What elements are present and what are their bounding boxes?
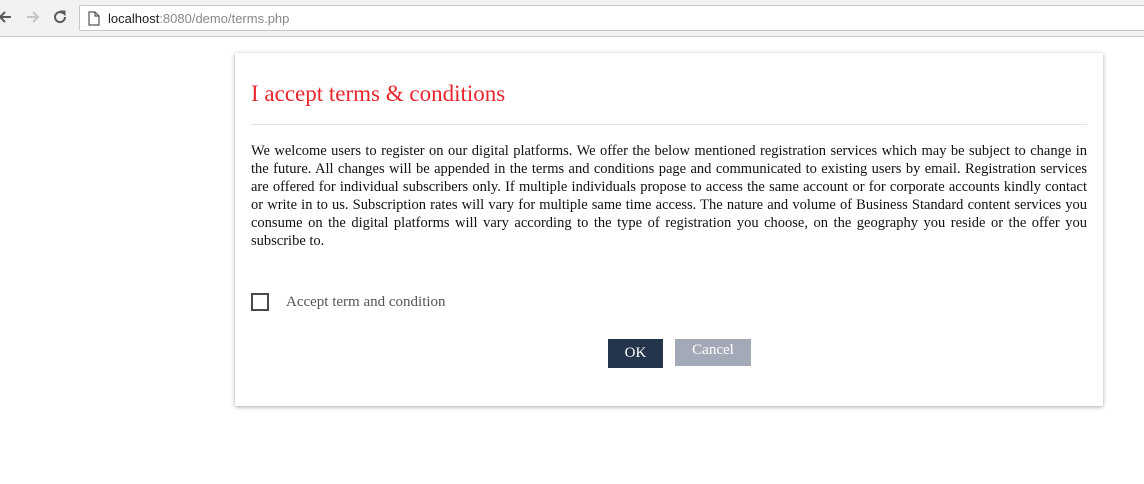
accept-label[interactable]: Accept term and condition: [286, 294, 446, 311]
accept-checkbox[interactable]: [251, 293, 269, 311]
browser-toolbar: localhost:8080/demo/terms.php: [0, 0, 1144, 37]
reload-button[interactable]: [49, 6, 71, 28]
arrow-left-icon: [0, 11, 11, 23]
page-icon: [88, 10, 102, 26]
terms-dialog: I accept terms & conditions We welcome u…: [235, 53, 1103, 406]
ok-button[interactable]: OK: [608, 339, 663, 368]
forward-button[interactable]: [22, 6, 44, 28]
arrow-right-icon: [27, 11, 40, 23]
dialog-title: I accept terms & conditions: [251, 81, 506, 106]
accept-row: Accept term and condition: [251, 292, 446, 312]
reload-icon: [54, 10, 67, 24]
url-host: localhost: [108, 10, 160, 26]
back-button[interactable]: [0, 6, 16, 28]
address-bar[interactable]: localhost:8080/demo/terms.php: [79, 5, 1144, 31]
url-path: :8080/demo/terms.php: [159, 10, 290, 26]
terms-text: We welcome users to register on our digi…: [251, 143, 1087, 249]
divider: [251, 124, 1087, 125]
url-text: localhost:8080/demo/terms.php: [108, 11, 289, 26]
cancel-button[interactable]: Cancel: [675, 339, 751, 366]
